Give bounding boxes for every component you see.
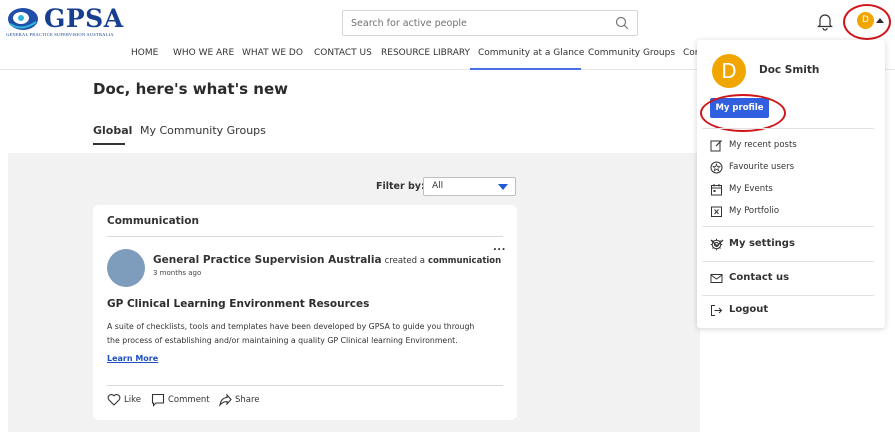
like-label: Like: [124, 395, 141, 405]
comment-icon: [151, 393, 165, 407]
page-title: Doc, here's what's new: [93, 80, 289, 98]
nav-active-indicator: [470, 68, 581, 70]
post-time: 3 months ago: [153, 269, 202, 277]
share-icon: [219, 393, 232, 407]
filter-value: All: [432, 181, 444, 191]
search-input[interactable]: [343, 11, 613, 35]
user-menu-dropdown: D Doc Smith My profile My recent posts F…: [697, 40, 885, 328]
logo-subtext: GENERAL PRACTICE SUPERVISION AUSTRALIA: [6, 32, 114, 37]
comment-label: Comment: [168, 395, 210, 405]
share-label: Share: [235, 395, 260, 405]
divider: [107, 385, 503, 386]
menu-item-label: My Events: [729, 184, 773, 194]
post-body-line: the process of establishing and/or maint…: [107, 335, 458, 345]
more-options-icon[interactable]: ...: [493, 242, 506, 253]
post-body-line: A suite of checklists, tools and templat…: [107, 322, 475, 331]
menu-item-favourite-users[interactable]: Favourite users: [710, 161, 880, 175]
divider: [702, 128, 874, 129]
post-action: created a: [384, 256, 425, 266]
filter-select[interactable]: All: [423, 177, 516, 196]
logo-text: GPSA: [44, 4, 124, 33]
nav-item-contact-us[interactable]: CONTACT US: [314, 48, 372, 58]
logout-icon: [711, 305, 723, 316]
menu-item-my-events[interactable]: My Events: [710, 183, 880, 197]
post-card: Communication General Practice Supervisi…: [93, 205, 517, 420]
nav-item-community-groups[interactable]: Community Groups: [588, 48, 675, 58]
notification-bell-icon[interactable]: [816, 11, 834, 31]
annotation-circle-avatar: [843, 4, 891, 40]
logo-mark-icon: [8, 8, 38, 30]
star-circle-icon: [710, 161, 723, 174]
menu-item-my-portfolio[interactable]: My Portfolio: [710, 205, 880, 219]
portfolio-icon: [711, 206, 722, 217]
divider: [702, 295, 874, 296]
chevron-down-icon[interactable]: [710, 238, 724, 248]
post-meta: General Practice Supervision Australia c…: [153, 254, 501, 266]
post-body: A suite of checklists, tools and templat…: [107, 320, 505, 347]
author-avatar[interactable]: [107, 249, 145, 287]
menu-item-label: My recent posts: [729, 140, 797, 150]
calendar-icon: [711, 184, 722, 196]
divider: [107, 236, 503, 237]
menu-item-label: Logout: [729, 304, 769, 315]
filter-label: Filter by:: [376, 181, 425, 192]
post-type: communication: [427, 256, 502, 266]
card-title: Communication: [107, 215, 199, 227]
post-heading: GP Clinical Learning Environment Resourc…: [107, 298, 370, 310]
menu-item-logout[interactable]: Logout: [710, 304, 880, 318]
top-bar: GPSA GENERAL PRACTICE SUPERVISION AUSTRA…: [0, 0, 895, 40]
menu-item-contact-us[interactable]: Contact us: [710, 272, 880, 286]
heart-icon: [107, 393, 121, 406]
tab-my-community-groups[interactable]: My Community Groups: [140, 124, 266, 137]
search-icon[interactable]: [615, 16, 629, 30]
divider: [702, 226, 874, 227]
post-author[interactable]: General Practice Supervision Australia: [153, 254, 382, 266]
user-name: Doc Smith: [759, 64, 820, 76]
nav-item-community-at-a-glance[interactable]: Community at a Glance: [478, 48, 584, 58]
divider: [702, 261, 874, 262]
nav-item-what-we-do[interactable]: WHAT WE DO: [242, 48, 303, 58]
nav-item-who-we-are[interactable]: WHO WE ARE: [173, 48, 234, 58]
edit-icon: [710, 140, 722, 152]
gpsa-logo[interactable]: GPSA GENERAL PRACTICE SUPERVISION AUSTRA…: [4, 4, 124, 38]
tab-active-indicator: [93, 143, 125, 145]
menu-item-label: Favourite users: [729, 162, 795, 172]
menu-item-label: Contact us: [729, 272, 790, 283]
nav-item-resource-library[interactable]: RESOURCE LIBRARY: [381, 48, 470, 58]
menu-item-my-settings[interactable]: My settings: [710, 238, 880, 252]
tab-global[interactable]: Global: [93, 124, 132, 137]
envelope-icon: [710, 274, 723, 283]
nav-item-home[interactable]: HOME: [131, 48, 158, 58]
menu-item-label: My settings: [729, 238, 795, 249]
learn-more-link[interactable]: Learn More: [107, 354, 158, 363]
annotation-circle-profile: [700, 94, 786, 132]
menu-item-recent-posts[interactable]: My recent posts: [710, 139, 880, 153]
dropdown-caret-icon: [498, 184, 508, 190]
menu-avatar: D: [712, 54, 746, 88]
search-box: [342, 10, 638, 36]
menu-item-label: My Portfolio: [729, 206, 780, 216]
